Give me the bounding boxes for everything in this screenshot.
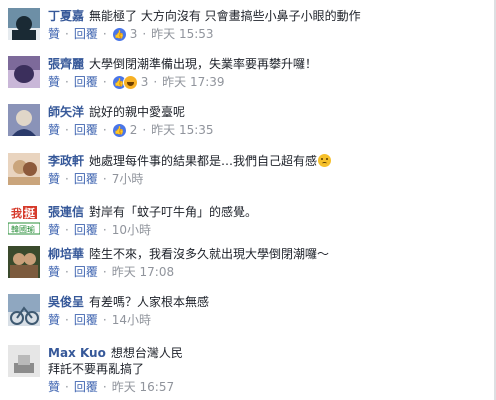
reply-link[interactable]: 回覆 xyxy=(74,171,98,187)
reaction-summary[interactable]: 👍 xyxy=(111,26,127,42)
comment-time[interactable]: 昨天 17:08 xyxy=(112,264,174,280)
avatar[interactable] xyxy=(8,294,40,326)
avatar-image-icon xyxy=(8,8,40,40)
comment-time[interactable]: 昨天 15:53 xyxy=(151,26,213,42)
like-link[interactable]: 贊 xyxy=(48,379,60,395)
reaction-count: 3 xyxy=(129,27,138,41)
comment-actions: 贊 · 回覆 · 7小時 xyxy=(48,171,144,187)
comment-time[interactable]: 10小時 xyxy=(112,222,151,238)
comment-actions: 贊 · 回覆 · 昨天 17:08 xyxy=(48,264,175,280)
comment-time[interactable]: 昨天 15:35 xyxy=(151,122,213,138)
comment-text: 對岸有「蚊子叮牛角」的感覺。 xyxy=(89,205,258,219)
like-link[interactable]: 贊 xyxy=(48,122,60,138)
comment-actions: 贊 · 回覆 · 👍 2 · 昨天 15:35 xyxy=(48,122,214,138)
comment-actions: 贊 · 回覆 · 14小時 xyxy=(48,312,151,328)
avatar-image-icon xyxy=(8,294,40,326)
comment-author[interactable]: 張連信 xyxy=(48,205,84,219)
comment-time[interactable]: 昨天 16:57 xyxy=(112,379,174,395)
like-link[interactable]: 贊 xyxy=(48,26,60,42)
reply-link[interactable]: 回覆 xyxy=(74,222,98,238)
comment-actions: 贊 · 回覆 · 👍 3 · 昨天 17:39 xyxy=(48,74,225,90)
comment-author[interactable]: 柳培華 xyxy=(48,247,84,261)
avatar[interactable] xyxy=(8,246,40,278)
avatar-image-icon: 我 挺 韓國瑜 xyxy=(8,204,40,236)
comment-time[interactable]: 7小時 xyxy=(112,171,144,187)
reply-link[interactable]: 回覆 xyxy=(74,264,98,280)
svg-text:挺: 挺 xyxy=(24,206,36,220)
avatar[interactable] xyxy=(8,345,40,377)
avatar[interactable]: 我 挺 韓國瑜 xyxy=(8,204,40,236)
comment-text-line2: 拜託不要再亂搞了 xyxy=(48,362,145,376)
reply-link[interactable]: 回覆 xyxy=(74,26,98,42)
comment-actions: 贊 · 回覆 · 👍 3 · 昨天 15:53 xyxy=(48,26,214,42)
comment-author[interactable]: 丁夏嘉 xyxy=(48,9,84,23)
comment-time[interactable]: 昨天 17:39 xyxy=(162,74,224,90)
reply-link[interactable]: 回覆 xyxy=(74,379,98,395)
comment-author[interactable]: 師矢洋 xyxy=(48,105,84,119)
avatar-image-icon xyxy=(8,104,40,136)
like-link[interactable]: 贊 xyxy=(48,222,60,238)
haha-icon xyxy=(122,74,138,90)
comment-text: 大學倒閉潮準備出現，失業率要再攀升囉！ xyxy=(89,57,318,71)
comment-text: 說好的親中愛臺呢 xyxy=(89,105,186,119)
comment-author[interactable]: 吳俊呈 xyxy=(48,295,84,309)
like-link[interactable]: 贊 xyxy=(48,74,60,90)
comment-text: 陸生不來，我看沒多久就出現大學倒閉潮囉～ xyxy=(89,247,330,261)
reply-link[interactable]: 回覆 xyxy=(74,122,98,138)
like-icon: 👍 xyxy=(111,26,127,42)
reaction-summary[interactable]: 👍 xyxy=(111,74,138,90)
reaction-count: 3 xyxy=(140,75,149,89)
reaction-summary[interactable]: 👍 xyxy=(111,122,127,138)
avatar[interactable] xyxy=(8,8,40,40)
avatar-image-icon xyxy=(8,153,40,185)
like-link[interactable]: 贊 xyxy=(48,264,60,280)
svg-text:韓國瑜: 韓國瑜 xyxy=(11,224,35,234)
avatar-image-icon xyxy=(8,56,40,88)
comment-time[interactable]: 14小時 xyxy=(112,312,151,328)
sad-face-emoji-icon xyxy=(318,154,332,167)
comment-author[interactable]: 張齊麗 xyxy=(48,57,84,71)
comment-text: 有差嗎？人家根本無感 xyxy=(89,295,210,309)
like-link[interactable]: 贊 xyxy=(48,312,60,328)
avatar[interactable] xyxy=(8,104,40,136)
reply-link[interactable]: 回覆 xyxy=(74,312,98,328)
reaction-count: 2 xyxy=(129,123,138,137)
comment-author[interactable]: 李政軒 xyxy=(48,154,84,168)
comment-text: 想想台灣人民 xyxy=(110,346,183,360)
avatar-image-icon xyxy=(8,246,40,278)
like-icon: 👍 xyxy=(111,122,127,138)
comment-text: 無能極了 大方向沒有 只會畫搞些小鼻子小眼的動作 xyxy=(89,9,361,23)
avatar[interactable] xyxy=(8,153,40,185)
svg-text:我: 我 xyxy=(11,206,22,220)
like-link[interactable]: 贊 xyxy=(48,171,60,187)
avatar[interactable] xyxy=(8,56,40,88)
comment-author[interactable]: Max Kuo xyxy=(48,346,106,360)
comment-actions: 贊 · 回覆 · 10小時 xyxy=(48,222,151,238)
avatar-image-icon xyxy=(8,345,40,377)
reply-link[interactable]: 回覆 xyxy=(74,74,98,90)
comment-text: 她處理每件事的結果都是…我們自己超有感 xyxy=(89,154,318,168)
comment-actions: 贊 · 回覆 · 昨天 16:57 xyxy=(48,379,175,395)
